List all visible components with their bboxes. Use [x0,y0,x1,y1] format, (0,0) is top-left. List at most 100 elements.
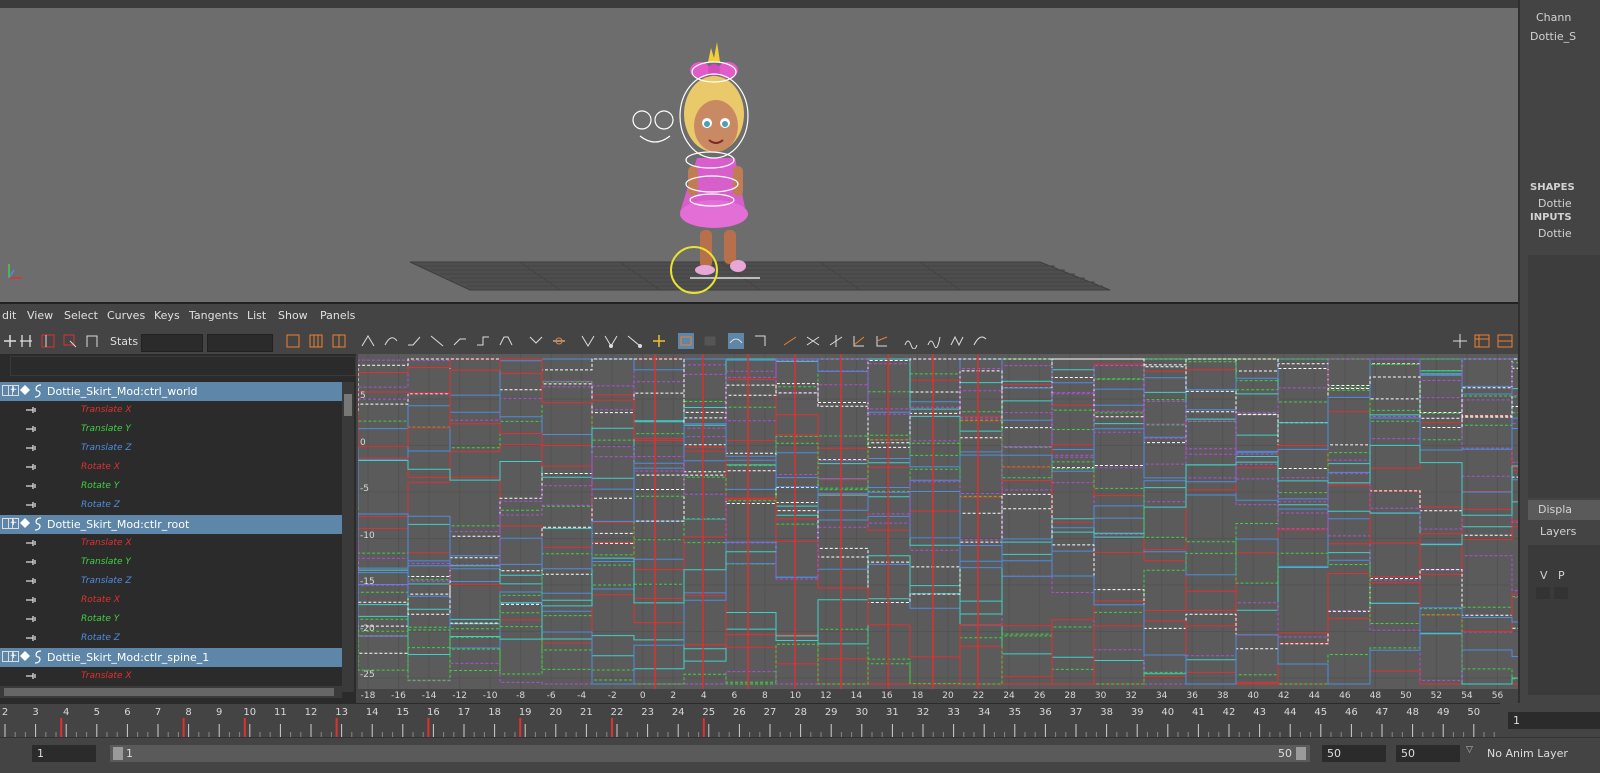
post-cycle-curve-icon[interactable] [926,333,942,349]
swap-buffer-curve-icon[interactable] [702,333,718,349]
dope-sheet-icon[interactable] [1474,333,1490,349]
free-tangent-weight-icon[interactable] [580,333,596,349]
attribute-label: Rotate Y [81,481,120,491]
outliner-attribute-row[interactable]: Translate X [0,534,342,553]
node-visibility-icon[interactable]: + [8,518,19,529]
node-visibility-icon[interactable]: + [8,385,19,396]
inputs-item[interactable]: Dottie [1538,227,1572,240]
animation-start-field[interactable]: 1 [32,745,96,762]
insert-keys-icon[interactable] [18,333,34,349]
animation-curve [358,358,1518,654]
linear-tangent-icon[interactable] [429,333,445,349]
range-slider-start-handle[interactable] [113,747,123,760]
frame-playback-range-icon[interactable] [308,333,324,349]
normalize-curves-icon[interactable] [752,333,768,349]
unify-tangents-icon[interactable] [551,333,567,349]
menu-select[interactable]: Select [64,309,98,322]
outliner-attribute-row[interactable]: Translate Y [0,553,342,572]
oscillate-curve-icon[interactable] [972,333,988,349]
trax-editor-icon[interactable] [1497,333,1513,349]
menu-list[interactable]: List [247,309,266,322]
menu-show[interactable]: Show [278,309,308,322]
post-infinity-offset-icon[interactable] [851,333,867,349]
pre-cycle-curve-icon[interactable] [903,333,919,349]
outliner-attribute-row[interactable]: Translate Z [0,572,342,591]
retime-tool-icon[interactable] [84,333,100,349]
stats-time-field[interactable] [141,334,203,352]
current-frame-field[interactable]: 1 [1508,712,1600,729]
key-stats-icon[interactable] [651,333,667,349]
layers-menu[interactable]: Layers [1540,525,1576,538]
animation-end-field[interactable]: 50 [1396,745,1460,762]
post-infinity-cycle-icon[interactable] [828,333,844,349]
region-scale-icon[interactable] [62,333,78,349]
outliner-attribute-row[interactable]: Rotate Z [0,629,342,648]
weighted-tangents-icon[interactable] [626,333,642,349]
step-tangent-icon[interactable] [475,333,491,349]
outliner-attribute-row[interactable]: Rotate Y [0,610,342,629]
outliner-hscroll-thumb[interactable] [4,688,334,696]
outliner-node-row[interactable]: + Dottie_Skirt_Mod:ctrl_world [0,382,342,401]
lattice-deform-icon[interactable] [40,333,56,349]
outliner-node-row[interactable]: + Dottie_Skirt_Mod:ctlr_spine_1 [0,648,342,667]
layer-playback-toggle[interactable] [1554,587,1568,599]
cycle-offset-icon[interactable] [949,333,965,349]
range-slider-end-handle[interactable] [1296,747,1306,760]
outliner-vertical-scrollbar[interactable] [342,382,354,692]
anim-layer-dropdown-arrow[interactable]: ▽ [1466,745,1473,755]
frame-number-label: 6 [124,707,131,718]
spline-tangent-icon[interactable] [383,333,399,349]
pre-infinity-cycle-icon[interactable] [782,333,798,349]
lock-tangent-weight-icon[interactable] [603,333,619,349]
channels-label[interactable]: Chann [1536,11,1571,24]
pre-infinity-offset-icon[interactable] [805,333,821,349]
frame-tick-label: 36 [1186,691,1198,701]
outliner-attribute-row[interactable]: Rotate Y [0,477,342,496]
outliner-attribute-row[interactable]: Translate X [0,401,342,420]
center-current-time-icon[interactable] [331,333,347,349]
break-tangents-icon[interactable] [528,333,544,349]
outliner-scroll-thumb[interactable] [344,394,352,416]
frame-tick-label: -2 [607,691,617,701]
menu-edit[interactable]: dit [2,309,16,322]
menu-view[interactable]: View [27,309,53,322]
stats-value-field[interactable] [207,334,273,352]
frame-number-label: 25 [702,707,716,718]
shapes-item[interactable]: Dottie [1538,197,1572,210]
range-slider[interactable]: 1 50 [110,745,1310,762]
outliner-attribute-row[interactable]: Rotate X [0,458,342,477]
node-visibility-icon[interactable]: + [8,651,19,662]
channel-box: Chann Dottie_S SHAPES Dottie INPUTS Dott… [1518,0,1600,703]
flat-tangent-icon[interactable] [452,333,468,349]
menu-panels[interactable]: Panels [320,309,355,322]
outliner-attribute-row[interactable]: Translate Y [0,420,342,439]
playback-end-field[interactable]: 50 [1322,745,1386,762]
graph-view[interactable] [358,354,1518,689]
anim-layer-label[interactable]: No Anim Layer [1487,747,1568,760]
layer-list: V P [1528,545,1600,695]
menu-tangents[interactable]: Tangents [189,309,238,322]
outliner-attribute-row[interactable]: Translate X [0,667,342,686]
menu-curves[interactable]: Curves [107,309,145,322]
outliner-attribute-row[interactable]: Translate Z [0,439,342,458]
outliner-node-row[interactable]: + Dottie_Skirt_Mod:ctlr_root [0,515,342,534]
outliner-filter-field[interactable] [10,356,356,376]
clamped-tangent-icon[interactable] [406,333,422,349]
snap-keys-icon[interactable] [728,333,744,349]
tab-display[interactable]: Displa [1528,500,1600,520]
move-view-icon[interactable] [1452,333,1468,349]
buffer-curve-snapshot-icon[interactable] [678,333,694,349]
frame-all-icon[interactable] [285,333,301,349]
move-keys-icon[interactable] [2,333,18,349]
auto-tangent-icon[interactable] [360,333,376,349]
menu-keys[interactable]: Keys [154,309,180,322]
graph-outliner[interactable]: + Dottie_Skirt_Mod:ctrl_world Translate X T… [0,354,356,705]
infinity-linear-icon[interactable] [874,333,890,349]
time-slider[interactable]: 2 3 4 5 6 7 8 9 10 11 12 13 14 15 16 17 18 19 20 21 22 23 24 25… [0,703,1500,738]
layer-visibility-toggle[interactable] [1536,587,1550,599]
outliner-attribute-row[interactable]: Rotate Z [0,496,342,515]
outliner-attribute-row[interactable]: Rotate X [0,591,342,610]
plateau-tangent-icon[interactable] [498,333,514,349]
viewport-3d[interactable] [0,8,1518,302]
selected-object-name[interactable]: Dottie_S [1530,30,1576,43]
